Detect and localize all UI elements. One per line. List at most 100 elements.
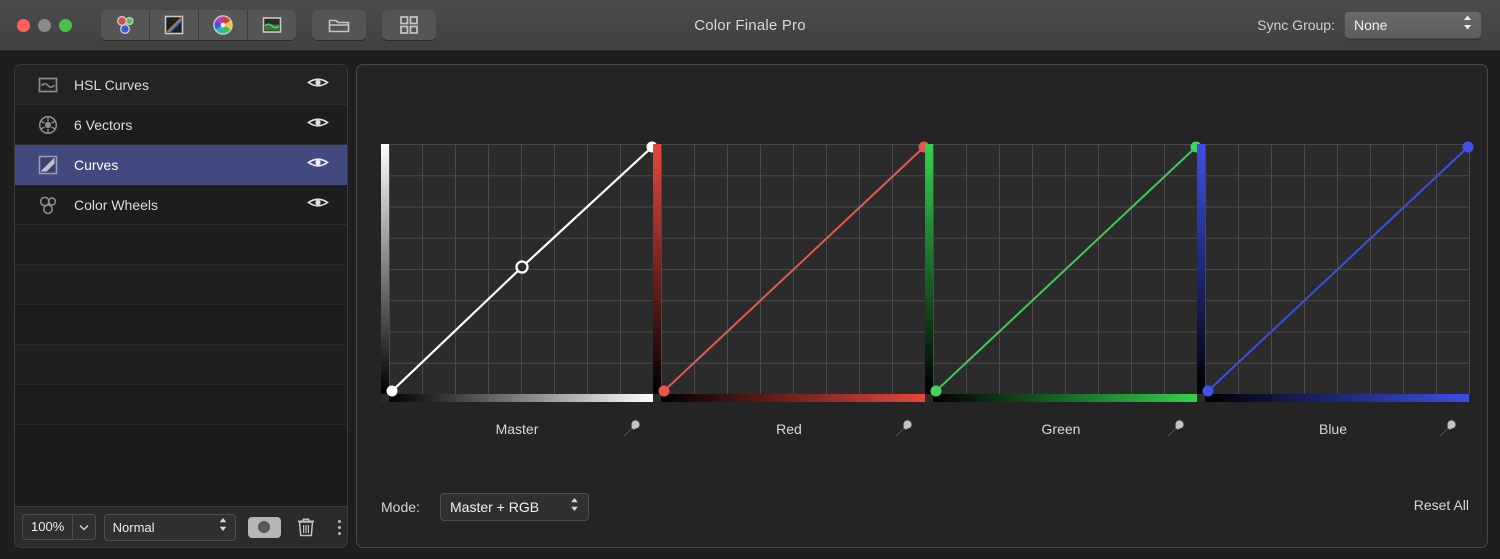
layer-label: Curves [74,156,119,173]
curves-icon [37,154,59,176]
eyedropper-icon [895,420,912,437]
mode-bar: Mode: Master + RGB Reset All [357,487,1487,547]
eyedropper-button-master[interactable] [619,417,643,441]
layer-list-empty-row [15,305,347,345]
curve-panel-label: Green [1041,421,1081,437]
vectors-icon [37,114,59,136]
curve-panel-footer-blue: Blue [1197,417,1469,441]
curve-plot-green[interactable] [925,141,1202,402]
layer-row-curves[interactable]: Curves [15,145,347,185]
layer-row-color-wheels[interactable]: Color Wheels [15,185,347,225]
chevron-down-icon[interactable] [73,515,94,539]
minimize-window-button[interactable] [38,18,51,32]
curve-line-red[interactable] [653,141,930,402]
toolbar-vectors-button[interactable] [101,10,150,40]
eyedropper-icon [1167,420,1184,437]
eyedropper-button-green[interactable] [1163,417,1187,441]
layer-label: 6 Vectors [74,116,133,133]
mode-label: Mode: [381,499,420,515]
mask-icon [258,521,271,533]
eyedropper-icon [1439,420,1456,437]
layers-sidebar: HSL Curves 6 Vectors Curves Color Wheels… [14,64,348,548]
curve-panel-footer-green: Green [925,417,1197,441]
layer-label: Color Wheels [74,196,159,213]
tool-segmented-control[interactable] [101,10,296,40]
chevron-updown-icon [1462,14,1473,36]
grid-icon [400,16,418,34]
curve-line-blue[interactable] [1197,141,1474,402]
curve-plot-blue[interactable] [1197,141,1474,402]
sync-group-select[interactable]: None [1344,11,1482,39]
mode-value: Master + RGB [450,499,540,515]
layer-list-empty-row [15,345,347,385]
layer-visibility-toggle[interactable] [307,75,329,94]
mask-button[interactable] [247,516,282,538]
curve-point[interactable] [1202,385,1214,397]
sync-group-label: Sync Group: [1257,17,1335,33]
eyedropper-icon [623,420,640,437]
open-presets-button[interactable] [312,10,366,40]
color-wheels-icon [37,194,59,216]
blend-mode-value: Normal [112,519,155,535]
curve-point[interactable] [386,385,398,397]
curve-point[interactable] [1462,141,1474,153]
chevron-updown-icon [218,517,228,538]
more-options-icon [337,525,341,529]
zoom-window-button[interactable] [59,18,72,32]
curve-panel-label: Master [495,421,539,437]
vectors-icon [117,16,134,34]
delete-layer-button[interactable] [295,515,317,539]
layer-visibility-toggle[interactable] [307,115,329,134]
layer-row-6-vectors[interactable]: 6 Vectors [15,105,347,145]
mode-select[interactable]: Master + RGB [440,493,589,521]
more-options-icon [337,531,341,535]
opacity-value: 100% [31,519,65,534]
curves-icon [164,15,184,35]
eye-icon [307,197,329,207]
more-options-button[interactable] [331,515,347,539]
eye-icon [307,117,329,127]
folder-icon [328,19,350,33]
toolbar-curves-button[interactable] [150,10,199,40]
curve-line-master[interactable] [381,141,658,402]
sync-group-value: None [1354,17,1388,33]
curve-panel-blue: Blue [1197,141,1474,441]
sync-group-control: Sync Group: None [1257,0,1482,50]
curve-panel-label: Blue [1318,421,1348,437]
eyedropper-button-red[interactable] [891,417,915,441]
curve-line-green[interactable] [925,141,1202,402]
layer-row-hsl-curves[interactable]: HSL Curves [15,65,347,105]
close-window-button[interactable] [17,18,30,32]
eye-icon [307,77,329,87]
curve-plot-master[interactable] [381,141,658,402]
layout-grid-button[interactable] [382,10,436,40]
blend-mode-select[interactable]: Normal [103,513,236,541]
curve-point-selected[interactable] [515,260,529,274]
reset-all-button[interactable]: Reset All [1414,497,1469,513]
curves-main-panel: Master Red Green Blue Mode: Master + RGB… [356,64,1488,548]
sidebar-bottom-toolbar: 100% Normal [15,506,347,547]
toolbar-hsl-curves-button[interactable] [248,10,296,40]
app-window: Color Finale Pro Sync Group: None HSL Cu… [0,0,1500,559]
layer-visibility-toggle[interactable] [307,155,329,174]
curve-panel-footer-red: Red [653,417,925,441]
curve-panel-red: Red [653,141,930,441]
toolbar-color-wheel-button[interactable] [199,10,248,40]
color-wheel-icon [213,15,233,35]
eyedropper-button-blue[interactable] [1435,417,1459,441]
curve-panel-green: Green [925,141,1202,441]
layer-list: HSL Curves 6 Vectors Curves Color Wheels [15,65,347,425]
traffic-lights [17,18,72,32]
layer-list-empty-row [15,265,347,305]
opacity-stepper[interactable]: 100% [22,514,96,540]
curve-panel-footer-master: Master [381,417,653,441]
hsl-curves-icon [37,74,59,96]
curve-plot-red[interactable] [653,141,930,402]
curve-point[interactable] [658,385,670,397]
curves-container: Master Red Green Blue [357,65,1487,465]
layer-visibility-toggle[interactable] [307,195,329,214]
hsl-curves-icon [262,17,282,33]
curve-point[interactable] [930,385,942,397]
layer-list-empty-row [15,385,347,425]
curve-panel-label: Red [776,421,802,437]
